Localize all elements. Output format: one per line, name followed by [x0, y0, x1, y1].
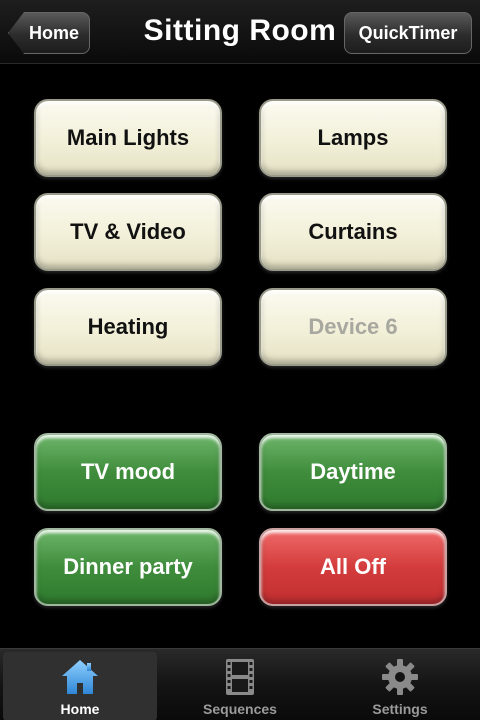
tv-mood-button[interactable]: TV mood [34, 433, 222, 511]
lamps-label: Lamps [317, 125, 389, 150]
dinner-party-button[interactable]: Dinner party [34, 528, 222, 606]
all-off-label: All Off [320, 554, 386, 579]
daytime-label: Daytime [310, 459, 396, 484]
tab-settings-label: Settings [372, 701, 428, 717]
tab-settings[interactable]: Settings [323, 652, 477, 720]
tv-video-button[interactable]: TV & Video [34, 193, 222, 271]
lamps-button[interactable]: Lamps [259, 99, 447, 177]
gear-icon [382, 659, 418, 695]
heating-label: Heating [87, 314, 169, 339]
tv-mood-label: TV mood [80, 459, 176, 484]
main-lights-label: Main Lights [66, 125, 190, 150]
tab-sequences[interactable]: Sequences [163, 652, 317, 720]
device-6-label: Device 6 [308, 314, 398, 339]
dinner-party-label: Dinner party [63, 554, 193, 579]
main-lights-button[interactable]: Main Lights [34, 99, 222, 177]
daytime-button[interactable]: Daytime [259, 433, 447, 511]
tab-bar: Home Sequences Settings [0, 648, 480, 720]
heating-button[interactable]: Heating [34, 288, 222, 366]
navigation-bar: Home Sitting Room QuickTimer [0, 0, 480, 64]
curtains-button[interactable]: Curtains [259, 193, 447, 271]
tab-sequences-label: Sequences [203, 701, 277, 717]
device-6-button: Device 6 [259, 288, 447, 366]
screen: Home Sitting Room QuickTimer Main Lights… [0, 0, 480, 720]
all-off-button[interactable]: All Off [259, 528, 447, 606]
house-icon [62, 660, 98, 694]
tab-home[interactable]: Home [3, 652, 157, 720]
tab-home-label: Home [60, 701, 100, 717]
quicktimer-button-label: QuickTimer [358, 22, 458, 43]
curtains-label: Curtains [308, 219, 398, 244]
film-strip-icon [226, 659, 254, 695]
tv-video-label: TV & Video [70, 219, 186, 244]
quicktimer-button[interactable]: QuickTimer [344, 12, 472, 54]
